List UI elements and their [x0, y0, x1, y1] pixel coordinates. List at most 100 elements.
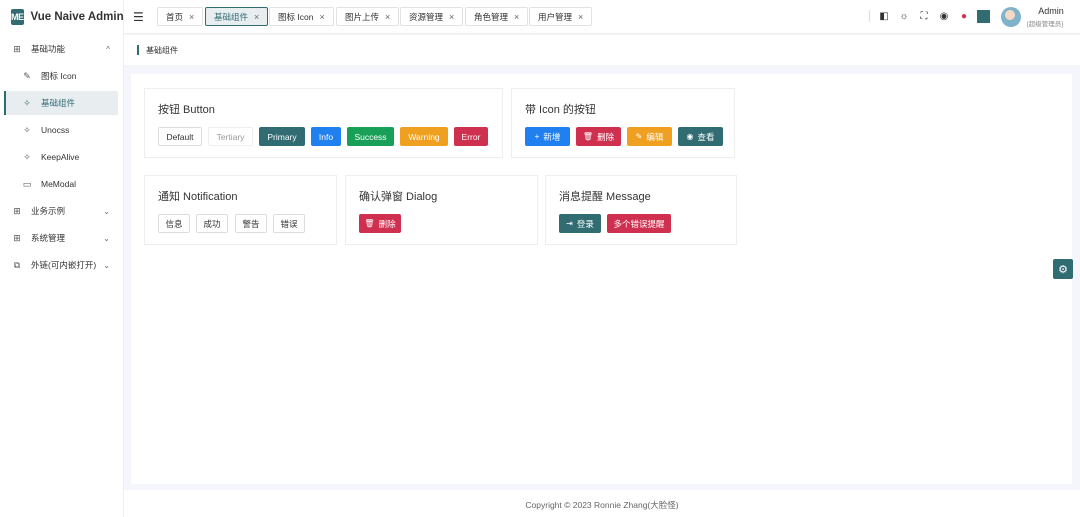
sidebar-item-system-management[interactable]: ⊞ 系统管理 ⌄ — [5, 226, 118, 250]
button-label: 登录 — [576, 218, 594, 229]
grid-icon: ⊞ — [13, 205, 21, 216]
button-card: 按钮 Button Default Tertiary Primary Info … — [144, 88, 503, 158]
sidebar-item-base-components[interactable]: ✧ 基础组件 — [4, 91, 118, 115]
pencil-icon: ✎ — [635, 132, 643, 141]
button-label: 删除 — [378, 218, 396, 229]
chevron-down-icon: ⌄ — [103, 260, 110, 270]
tab-role-management[interactable]: 角色管理 × — [465, 7, 529, 26]
feather-icon: ✎ — [23, 70, 31, 81]
theme-color-picker[interactable] — [977, 10, 990, 23]
menu-fold-icon[interactable]: ☰ — [133, 10, 144, 24]
sidebar-item-label: 基础组件 — [41, 98, 76, 108]
tab-base-components[interactable]: 基础组件 × — [205, 7, 269, 26]
page-title: 基础组件 — [146, 46, 178, 55]
eye-icon: ◉ — [686, 132, 694, 141]
chevron-down-icon: ⌄ — [103, 233, 110, 243]
close-icon[interactable]: × — [449, 12, 454, 22]
success-notification-button[interactable]: 成功 — [196, 214, 228, 233]
grid-icon: ⊞ — [13, 232, 21, 243]
settings-gear-icon[interactable]: ⚙ — [1053, 259, 1073, 279]
error-button[interactable]: Error — [454, 127, 488, 146]
message-card: 消息提醒 Message ⇥ 登录 多个错误提醒 — [545, 175, 737, 245]
sidebar-item-label: 业务示例 — [31, 206, 66, 216]
default-button[interactable]: Default — [158, 127, 202, 146]
tab-image-upload[interactable]: 图片上传 × — [336, 7, 400, 26]
sidebar-item-unocss[interactable]: ✧ Unocss — [5, 118, 118, 142]
gitee-icon[interactable]: ● — [958, 10, 970, 22]
tab-user-management[interactable]: 用户管理 × — [529, 7, 593, 26]
close-icon[interactable]: × — [385, 12, 390, 22]
fullscreen-icon[interactable]: ⛶ — [918, 10, 930, 22]
sidebar-item-label: 基础功能 — [31, 44, 66, 54]
sidebar-item-label: MeModal — [41, 179, 76, 189]
close-icon[interactable]: × — [578, 12, 583, 22]
button-label: 新增 — [543, 131, 561, 142]
login-button[interactable]: ⇥ 登录 — [559, 214, 601, 233]
trash-icon: 🗑 — [364, 219, 375, 228]
sparkle-icon: ✧ — [23, 124, 31, 135]
add-button[interactable]: + 新增 — [525, 127, 570, 146]
card-title: 按钮 Button — [158, 104, 215, 116]
warning-button[interactable]: Warning — [400, 127, 448, 146]
close-icon[interactable]: × — [189, 12, 194, 22]
sidebar-item-icon[interactable]: ✎ 图标 Icon — [5, 64, 118, 88]
button-label: 删除 — [597, 131, 615, 142]
success-button[interactable]: Success — [347, 127, 394, 146]
dialog-card: 确认弹窗 Dialog 🗑 删除 — [345, 175, 538, 245]
breadcrumb: 基础组件 — [124, 35, 1080, 65]
dialog-delete-button[interactable]: 🗑 删除 — [359, 214, 401, 233]
tab-home[interactable]: 首页 × — [157, 7, 204, 26]
sun-icon[interactable]: ☼ — [898, 10, 910, 22]
toolbar-divider — [869, 10, 870, 22]
edit-button[interactable]: ✎ 编辑 — [627, 127, 672, 146]
avatar[interactable] — [1001, 7, 1021, 27]
login-icon: ⇥ — [566, 219, 573, 228]
sidebar: ME Vue Naive Admin ⊞ 基础功能 ^ ✎ 图标 Icon ✧ … — [0, 0, 124, 517]
trash-icon: 🗑 — [582, 132, 594, 141]
close-icon[interactable]: × — [319, 12, 324, 22]
error-notification-button[interactable]: 错误 — [273, 214, 305, 233]
sparkle-icon: ✧ — [23, 151, 31, 162]
tab-label: 角色管理 — [474, 11, 509, 22]
info-notification-button[interactable]: 信息 — [158, 214, 190, 233]
chevron-down-icon: ⌄ — [103, 206, 110, 216]
user-role: [超级管理员] — [1027, 21, 1064, 28]
external-link-icon: ⧉ — [13, 259, 21, 270]
warning-notification-button[interactable]: 警告 — [235, 214, 267, 233]
close-icon[interactable]: × — [254, 12, 259, 22]
chevron-up-icon: ^ — [106, 44, 110, 54]
footer-copyright: Copyright © 2023 Ronnie Zhang(大脸怪) — [124, 490, 1080, 517]
sidebar-item-external-links[interactable]: ⧉ 外链(可内嵌打开) ⌄ — [5, 253, 118, 277]
info-button[interactable]: Info — [311, 127, 341, 146]
app-logo[interactable]: ME Vue Naive Admin — [0, 0, 124, 34]
github-icon[interactable]: ◉ — [938, 10, 950, 22]
book-icon[interactable]: ◧ — [878, 10, 890, 22]
sidebar-item-label: 图标 Icon — [41, 71, 77, 81]
tab-label: 用户管理 — [538, 11, 573, 22]
icon-button-card: 带 Icon 的按钮 + 新增 🗑 删除 ✎ 编辑 ◉ 查看 — [511, 88, 735, 158]
button-label: 编辑 — [646, 131, 664, 142]
primary-button[interactable]: Primary — [259, 127, 305, 146]
sidebar-item-keepalive[interactable]: ✧ KeepAlive — [5, 145, 118, 169]
button-label: 查看 — [697, 131, 715, 142]
tab-label: 首页 — [166, 11, 184, 22]
delete-button[interactable]: 🗑 删除 — [576, 127, 621, 146]
view-button[interactable]: ◉ 查看 — [678, 127, 723, 146]
user-name[interactable]: Admin — [1035, 6, 1067, 16]
sidebar-item-business-examples[interactable]: ⊞ 业务示例 ⌄ — [5, 199, 118, 223]
grid-icon: ⊞ — [13, 43, 21, 54]
tertiary-button[interactable]: Tertiary — [208, 127, 253, 146]
sidebar-item-memodal[interactable]: ▭ MeModal — [5, 172, 118, 196]
sidebar-item-basic-features[interactable]: ⊞ 基础功能 ^ — [5, 37, 118, 61]
sidebar-item-label: 外链(可内嵌打开) — [31, 260, 97, 270]
close-icon[interactable]: × — [514, 12, 519, 22]
multi-error-message-button[interactable]: 多个错误提醒 — [607, 214, 671, 233]
tab-label: 图标 Icon — [278, 11, 314, 22]
card-title: 消息提醒 Message — [559, 191, 651, 203]
tab-label: 图片上传 — [345, 11, 380, 22]
sidebar-item-label: 系统管理 — [31, 233, 66, 243]
tab-icon[interactable]: 图标 Icon × — [269, 7, 334, 26]
tab-resource-management[interactable]: 资源管理 × — [400, 7, 464, 26]
sidebar-menu: ⊞ 基础功能 ^ ✎ 图标 Icon ✧ 基础组件 ✧ Unocss ✧ Kee… — [0, 37, 123, 277]
sidebar-item-label: KeepAlive — [41, 152, 80, 162]
